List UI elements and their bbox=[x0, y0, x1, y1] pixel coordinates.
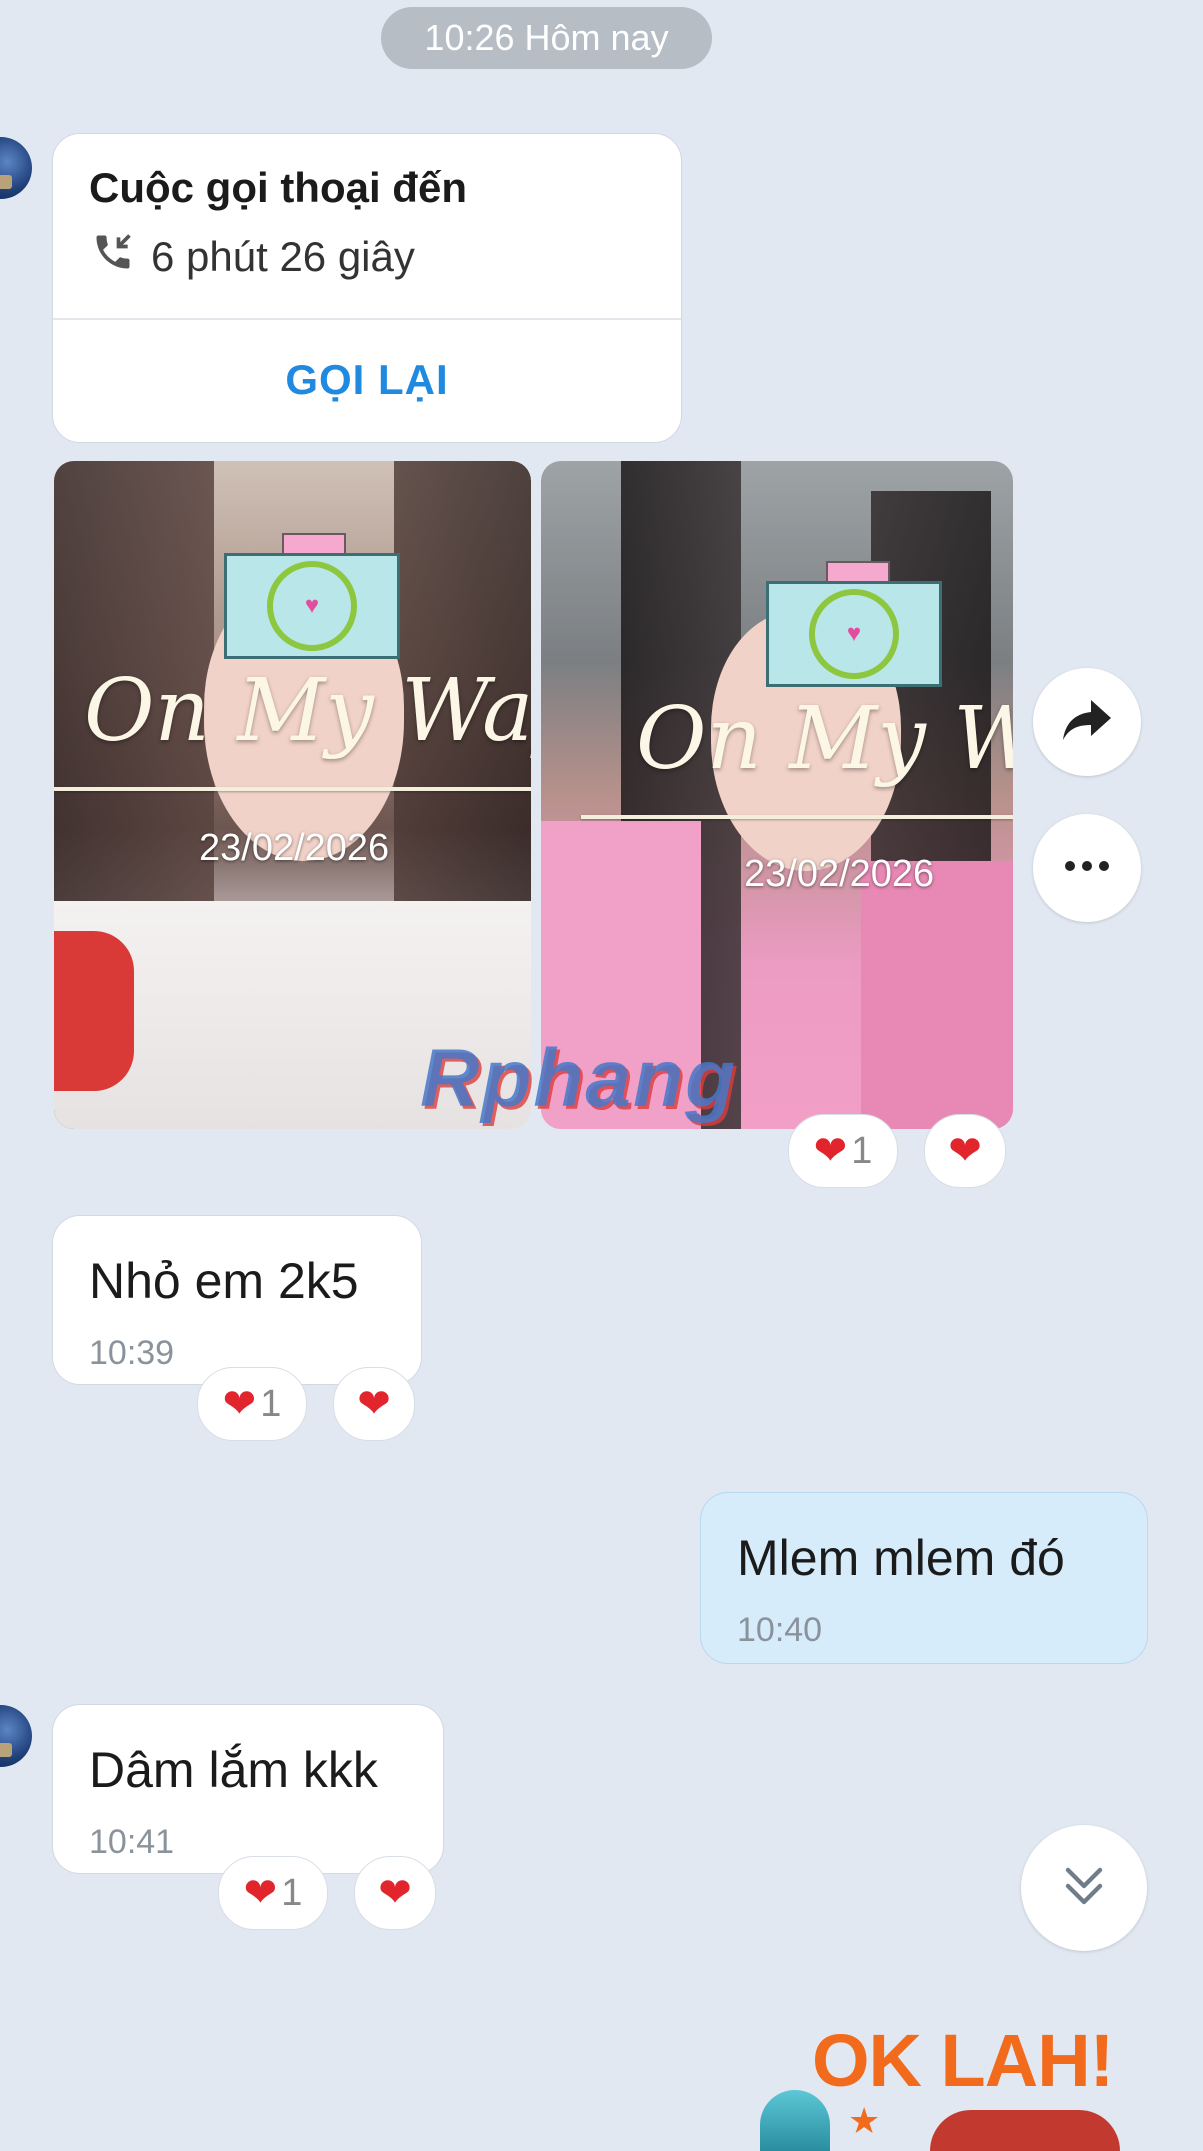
reaction-summary[interactable]: ❤ 1 bbox=[788, 1114, 898, 1188]
heart-icon: ❤ bbox=[813, 1129, 848, 1173]
reaction-summary[interactable]: ❤ 1 bbox=[218, 1856, 328, 1930]
camera-sticker: ♥ bbox=[224, 553, 400, 659]
incoming-call-icon bbox=[91, 230, 135, 284]
sticker-text: OK LAH! bbox=[812, 2019, 1114, 2102]
avatar[interactable] bbox=[0, 137, 32, 199]
sticker-character bbox=[930, 2110, 1120, 2151]
share-forward-icon bbox=[1061, 698, 1113, 747]
photo-decor bbox=[54, 931, 134, 1091]
call-title: Cuộc gọi thoại đến bbox=[89, 164, 467, 211]
message-bubble-incoming[interactable]: Dâm lắm kkk 10:41 bbox=[52, 1704, 444, 1874]
react-button[interactable]: ❤ bbox=[354, 1856, 436, 1930]
heart-icon: ❤ bbox=[378, 1871, 412, 1915]
heart-icon: ❤ bbox=[243, 1871, 278, 1915]
heart-icon: ❤ bbox=[357, 1382, 391, 1426]
photo-2[interactable]: ♥ On My Way 23/02/2026 bbox=[541, 461, 1013, 1129]
heart-icon: ❤ bbox=[948, 1129, 982, 1173]
photo-decor bbox=[861, 861, 1013, 1129]
photo-decor bbox=[581, 815, 1013, 819]
date-separator: 10:26 Hôm nay bbox=[381, 7, 712, 69]
avatar[interactable] bbox=[0, 1705, 32, 1767]
call-duration: 6 phút 26 giây bbox=[151, 233, 415, 280]
more-horizontal-icon bbox=[1064, 859, 1110, 877]
message-bubble-incoming[interactable]: Nhỏ em 2k5 10:39 bbox=[52, 1215, 422, 1385]
reaction-summary[interactable]: ❤ 1 bbox=[197, 1367, 307, 1441]
message-time: 10:40 bbox=[737, 1611, 823, 1649]
reaction-count: 1 bbox=[851, 1129, 873, 1172]
share-button[interactable] bbox=[1033, 668, 1141, 776]
photo-date: 23/02/2026 bbox=[199, 827, 390, 869]
message-text: Nhỏ em 2k5 bbox=[89, 1253, 359, 1309]
react-button[interactable]: ❤ bbox=[924, 1114, 1006, 1188]
message-bubble-outgoing[interactable]: Mlem mlem đó 10:40 bbox=[700, 1492, 1148, 1664]
message-time: 10:41 bbox=[89, 1823, 175, 1861]
photo-decor bbox=[54, 787, 531, 791]
react-button[interactable]: ❤ bbox=[333, 1367, 415, 1441]
reaction-count: 1 bbox=[260, 1382, 282, 1425]
photo-overlay-title: On My Way bbox=[636, 689, 1013, 789]
double-chevron-down-icon bbox=[1058, 1860, 1110, 1917]
message-text: Mlem mlem đó bbox=[737, 1530, 1065, 1586]
photo-overlay-title: On My Way bbox=[84, 661, 531, 761]
scroll-to-bottom-button[interactable] bbox=[1021, 1825, 1147, 1951]
camera-sticker: ♥ bbox=[766, 581, 942, 687]
message-time: 10:39 bbox=[89, 1334, 175, 1372]
call-duration-row: 6 phút 26 giây bbox=[91, 230, 415, 284]
call-log-card[interactable]: Cuộc gọi thoại đến 6 phút 26 giây GỌI LẠ… bbox=[52, 133, 682, 443]
reaction-count: 1 bbox=[281, 1871, 303, 1914]
star-icon: ★ bbox=[848, 2100, 881, 2141]
message-text: Dâm lắm kkk bbox=[89, 1742, 378, 1798]
call-back-button[interactable]: GỌI LẠI bbox=[53, 320, 681, 440]
photo-1[interactable]: ♥ On My Way 23/02/2026 bbox=[54, 461, 531, 1129]
heart-icon: ❤ bbox=[222, 1382, 257, 1426]
photo-date: 23/02/2026 bbox=[744, 853, 935, 895]
more-button[interactable] bbox=[1033, 814, 1141, 922]
photo-watermark: Rphang bbox=[420, 1033, 738, 1124]
